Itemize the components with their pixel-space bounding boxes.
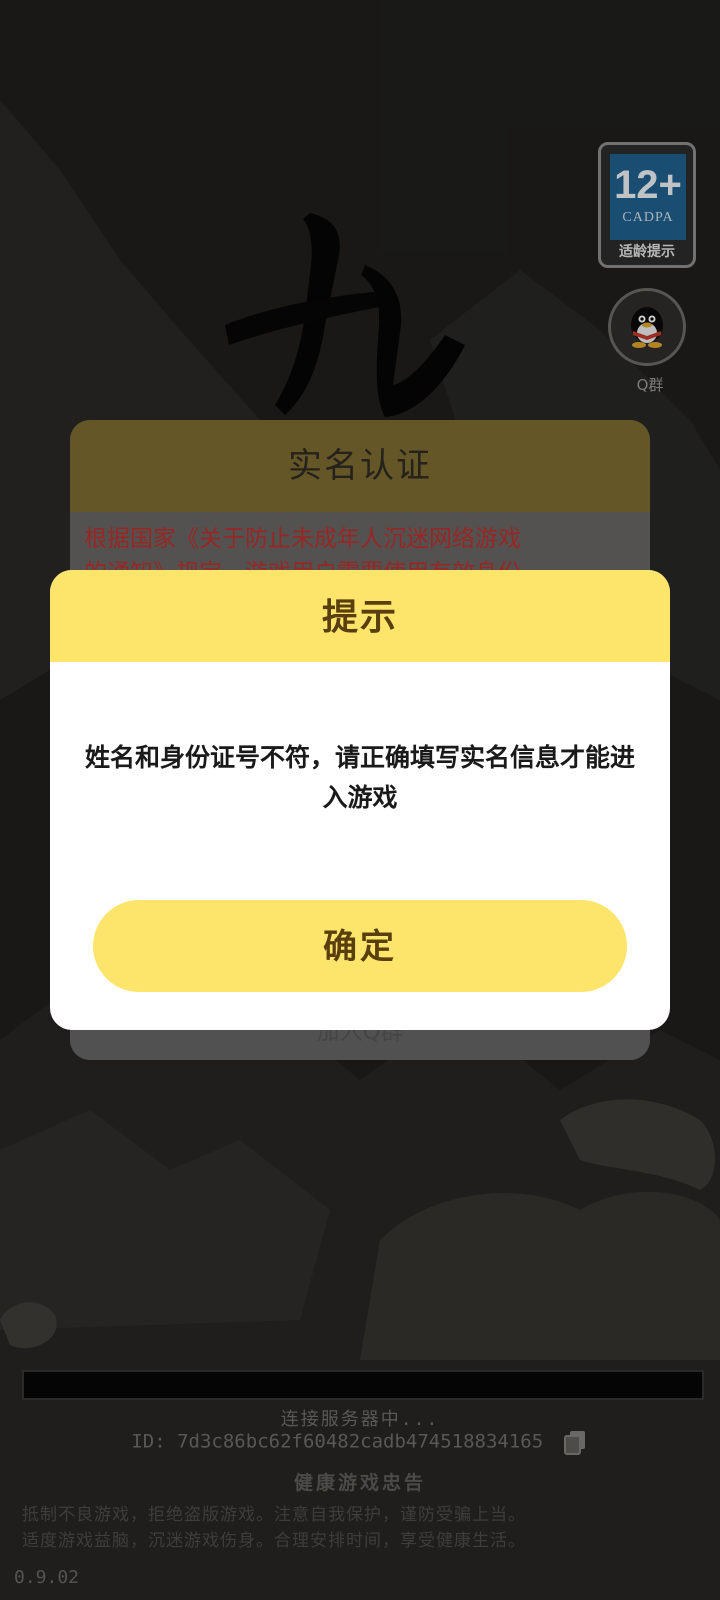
device-id-text: ID: 7d3c86bc62f60482cadb474518834165 xyxy=(131,1430,544,1453)
device-id-row: ID: 7d3c86bc62f60482cadb474518834165 xyxy=(0,1428,720,1456)
modal-message: 姓名和身份证号不符，请正确填写实名信息才能进 入游戏 xyxy=(50,738,670,818)
loading-progress-bar xyxy=(22,1370,704,1400)
tip-modal: 提示 姓名和身份证号不符，请正确填写实名信息才能进 入游戏 确定 xyxy=(50,570,670,1030)
health-advice-title: 健康游戏忠告 xyxy=(293,1472,426,1494)
version-number: 0.9.02 xyxy=(14,1567,80,1588)
modal-message-line-1: 姓名和身份证号不符，请正确填写实名信息才能进 xyxy=(84,743,635,772)
health-advice-line-1: 抵制不良游戏，拒绝盗版游戏。注意自我保护，谨防受骗上当。 xyxy=(22,1505,526,1525)
confirm-button[interactable]: 确定 xyxy=(93,900,627,992)
modal-title: 提示 xyxy=(50,570,670,662)
health-advice-line-2: 适度游戏益脑，沉迷游戏伤身。合理安排时间，享受健康生活。 xyxy=(22,1531,526,1551)
modal-message-line-2: 入游戏 xyxy=(322,783,398,812)
copy-icon[interactable] xyxy=(561,1428,589,1456)
